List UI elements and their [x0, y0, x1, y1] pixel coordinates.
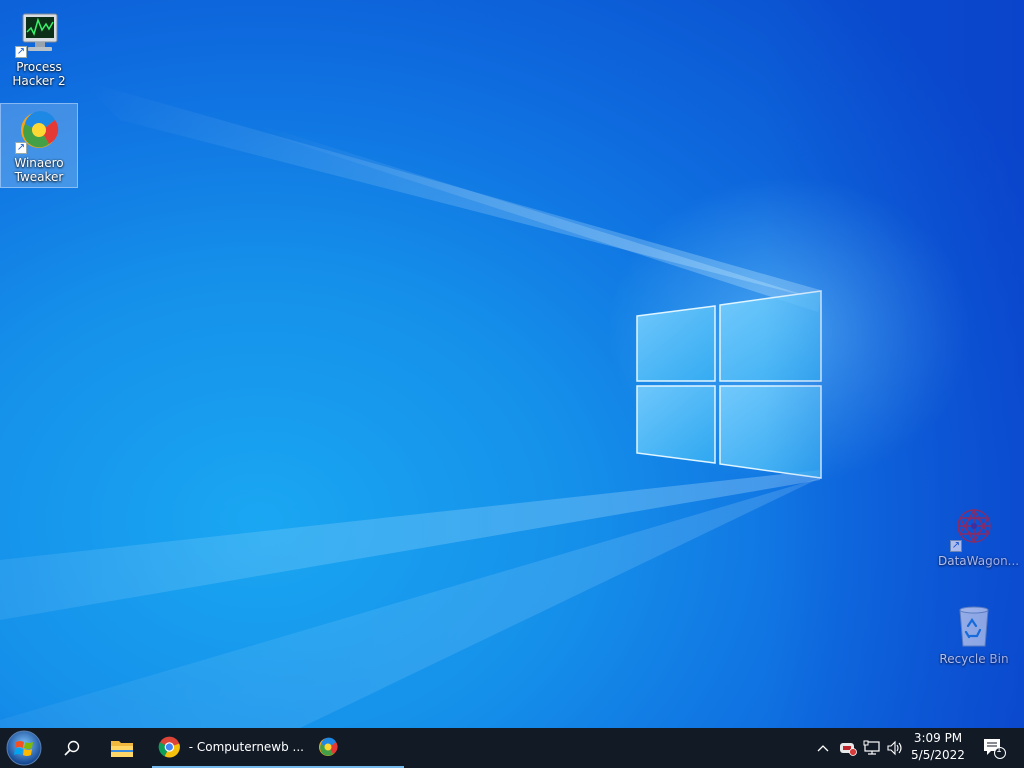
- desktop-icon-label: Recycle Bin: [939, 652, 1009, 666]
- notification-count-badge: 1: [996, 745, 1002, 755]
- desktop-icon-process-hacker[interactable]: ↗ Process Hacker 2: [1, 8, 77, 91]
- tray-app-icon: [840, 743, 857, 756]
- chrome-icon: [158, 736, 180, 758]
- volume-button[interactable]: [884, 728, 906, 768]
- start-button[interactable]: [0, 728, 48, 768]
- taskbar-app-winaero-tweaker[interactable]: [304, 728, 404, 768]
- recycle-bin-icon: [950, 602, 998, 650]
- clock-time: 3:09 PM: [913, 731, 963, 745]
- desktop-icon-recycle-bin[interactable]: Recycle Bin: [936, 600, 1012, 669]
- taskbar-app-label: - Computernewb ...: [188, 740, 304, 754]
- shortcut-arrow-icon: ↗: [15, 46, 27, 58]
- winaero-tweaker-icon: [319, 737, 338, 756]
- desktop-icon-label: Winaero Tweaker: [14, 156, 64, 184]
- process-hacker-icon: ↗: [15, 10, 63, 58]
- chevron-up-icon: [817, 745, 829, 752]
- folder-icon: [111, 741, 133, 757]
- desktop-icon-label: Process Hacker 2: [12, 60, 66, 88]
- clock[interactable]: 3:09 PM 5/5/2022: [906, 730, 970, 764]
- wallpaper-beams: [0, 80, 822, 728]
- shortcut-arrow-icon: ↗: [950, 540, 962, 552]
- volume-icon: [887, 740, 902, 756]
- network-icon: [863, 740, 880, 755]
- taskbar-app-chrome[interactable]: - Computernewb ...: [152, 728, 304, 768]
- show-hidden-icons-button[interactable]: [812, 728, 834, 768]
- shortcut-arrow-icon: ↗: [15, 142, 27, 154]
- desktop[interactable]: ↗ Process Hacker 2 ↗ Winaero Tweaker ↗ D…: [0, 0, 1024, 728]
- winaero-tweaker-icon: ↗: [15, 106, 63, 154]
- desktop-icon-label: DataWagon...: [938, 554, 1020, 568]
- windows-orb-icon: [6, 730, 42, 766]
- tray-app-button[interactable]: [836, 728, 860, 768]
- search-button[interactable]: [48, 728, 96, 768]
- windows-logo: [636, 290, 822, 479]
- desktop-icon-winaero-tweaker[interactable]: ↗ Winaero Tweaker: [0, 103, 78, 188]
- taskbar: - Computernewb ... 3:09 PM 5/5/2022 1: [0, 728, 1024, 768]
- network-button[interactable]: [860, 728, 884, 768]
- taskbar-app-file-explorer[interactable]: [98, 728, 146, 768]
- clock-date: 5/5/2022: [911, 748, 965, 762]
- search-icon: [64, 740, 80, 756]
- action-center-button[interactable]: 1: [978, 728, 1010, 768]
- datawagon-icon: ↗: [950, 504, 998, 552]
- desktop-icon-datawagon[interactable]: ↗ DataWagon...: [936, 502, 1020, 571]
